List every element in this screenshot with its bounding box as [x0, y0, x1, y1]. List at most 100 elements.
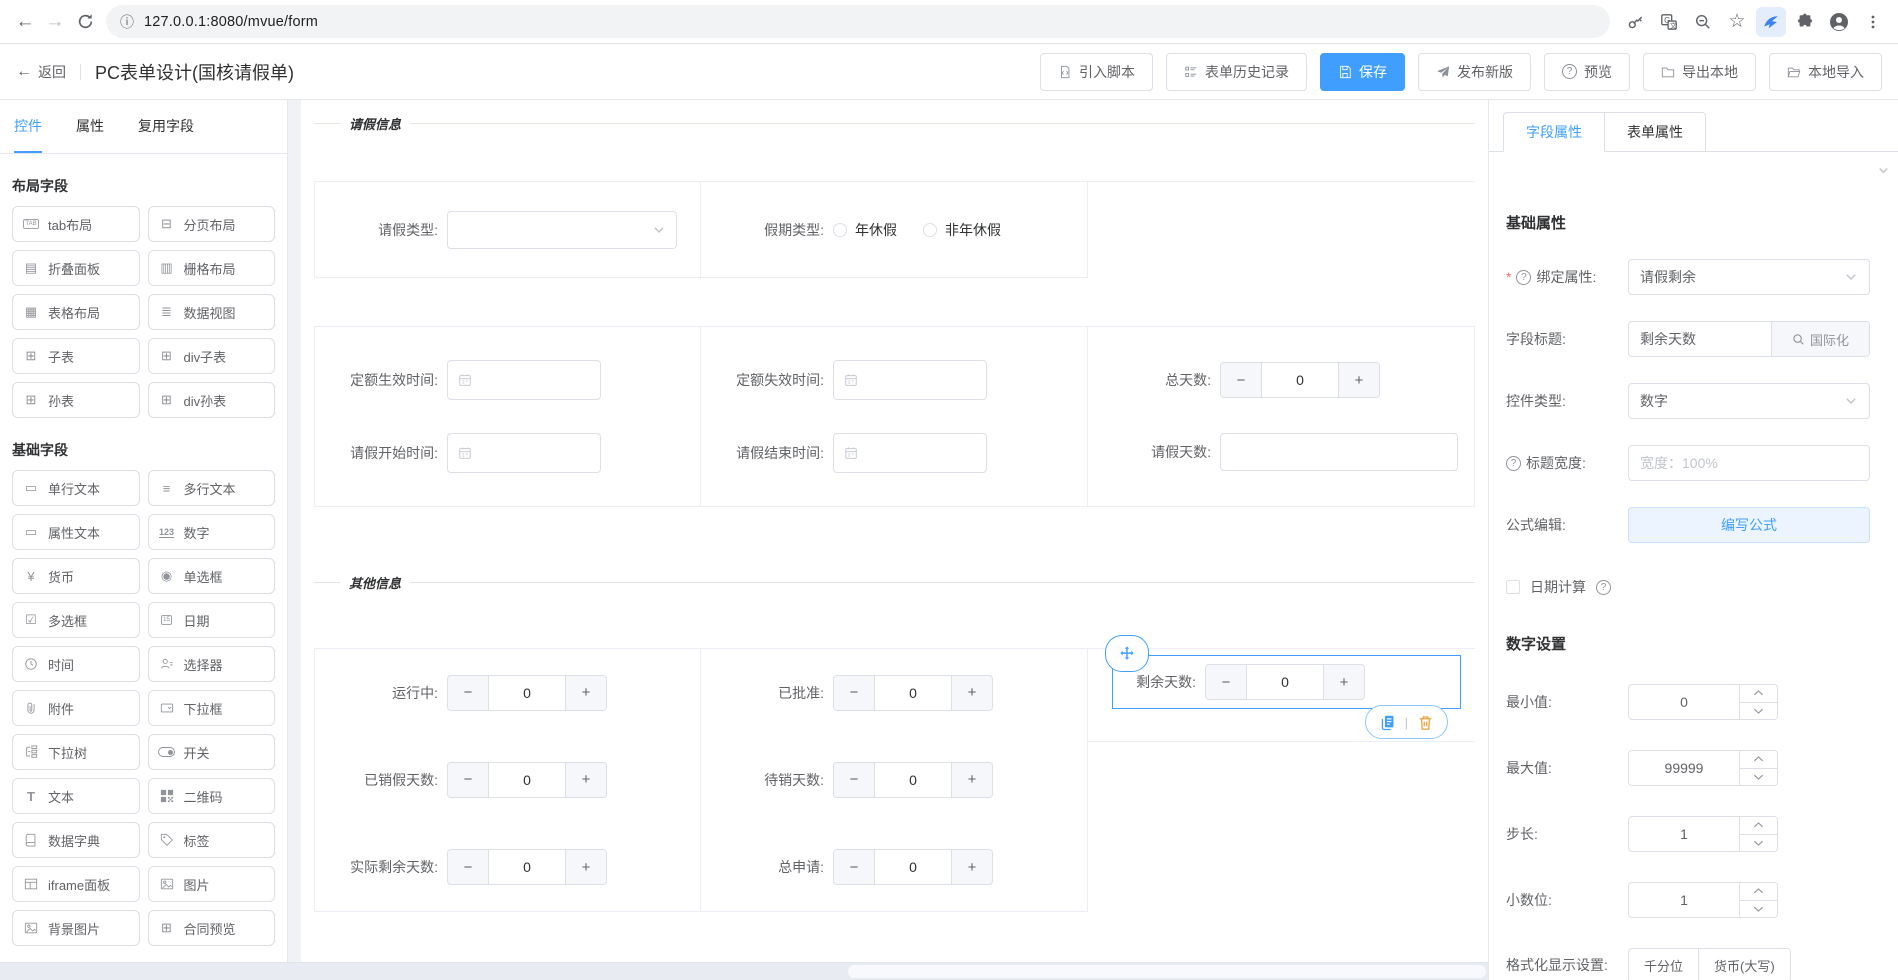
increase-button[interactable]: + — [952, 850, 992, 884]
stepper-value[interactable]: 0 — [488, 763, 566, 797]
stepper-value[interactable]: 0 — [874, 850, 952, 884]
sidebar-item-checkbox[interactable]: ☑多选框 — [12, 602, 140, 638]
sidebar-item-iframe-panel[interactable]: iframe面板 — [12, 866, 140, 902]
stepper-value[interactable]: 0 — [874, 676, 952, 710]
field-title-input[interactable]: 剩余天数 — [1629, 322, 1771, 356]
sidebar-item-data-view[interactable]: ≣数据视图 — [148, 294, 276, 330]
stepper-value[interactable]: 0 — [488, 850, 566, 884]
bookmark-star-icon[interactable]: ☆ — [1722, 7, 1752, 37]
extensions-puzzle-icon[interactable] — [1790, 7, 1820, 37]
decrease-button[interactable]: − — [834, 763, 874, 797]
number-stepper[interactable]: −0+ — [833, 849, 993, 885]
quota-start-date-input[interactable] — [447, 360, 601, 400]
import-local-button[interactable]: 本地导入 — [1769, 53, 1882, 91]
number-stepper[interactable]: −0+ — [833, 762, 993, 798]
decrease-button[interactable]: − — [834, 676, 874, 710]
publish-button[interactable]: 发布新版 — [1418, 53, 1531, 91]
stepper-value[interactable]: 0 — [1246, 665, 1324, 699]
tab-controls[interactable]: 控件 — [14, 100, 42, 153]
sidebar-item-table-layout[interactable]: ▦表格布局 — [12, 294, 140, 330]
increase-icon[interactable] — [1740, 817, 1777, 835]
tab-field-properties[interactable]: 字段属性 — [1503, 112, 1605, 152]
sidebar-item-multi-line-text[interactable]: ≡多行文本 — [148, 470, 276, 506]
leave-start-date-input[interactable] — [447, 433, 601, 473]
number-stepper[interactable]: −0+ — [447, 849, 607, 885]
max-value-input[interactable]: 99999 — [1628, 750, 1778, 786]
radio-option-非年休假[interactable]: 非年休假 — [923, 220, 1001, 240]
date-calc-checkbox[interactable] — [1506, 580, 1520, 594]
title-width-input[interactable]: 宽度：100% — [1628, 445, 1870, 481]
translate-icon[interactable]: G文 — [1654, 7, 1684, 37]
number-stepper[interactable]: −0+ — [833, 675, 993, 711]
decrease-icon[interactable] — [1740, 703, 1777, 720]
zoom-out-icon[interactable] — [1688, 7, 1718, 37]
sidebar-item-tag[interactable]: 标签 — [148, 822, 276, 858]
leave-type-select[interactable] — [447, 211, 677, 249]
sidebar-item-dropdown[interactable]: 下拉框 — [148, 690, 276, 726]
move-handle[interactable] — [1105, 635, 1149, 672]
sidebar-item-data-dictionary[interactable]: 数据字典 — [12, 822, 140, 858]
preview-button[interactable]: ?预览 — [1544, 53, 1630, 91]
form-history-button[interactable]: 表单历史记录 — [1166, 53, 1307, 91]
import-script-button[interactable]: 引入脚本 — [1040, 53, 1153, 91]
sidebar-item-sub-table[interactable]: ⊞子表 — [12, 338, 140, 374]
increase-icon[interactable] — [1740, 883, 1777, 901]
decrease-icon[interactable] — [1740, 835, 1777, 852]
sidebar-item-number[interactable]: 123数字 — [148, 514, 276, 550]
sidebar-item-grid-layout[interactable]: ▥栅格布局 — [148, 250, 276, 286]
sidebar-item-dropdown-tree[interactable]: 下拉树 — [12, 734, 140, 770]
sidebar-item-qrcode[interactable]: 二维码 — [148, 778, 276, 814]
stepper-value[interactable]: 0 — [1261, 363, 1339, 397]
browser-forward-icon[interactable]: → — [40, 7, 70, 37]
delete-icon[interactable] — [1417, 714, 1434, 731]
decrease-button[interactable]: − — [1206, 665, 1246, 699]
sidebar-item-time[interactable]: 时间 — [12, 646, 140, 682]
sidebar-item-currency[interactable]: ¥货币 — [12, 558, 140, 594]
sidebar-item-div-sub-table[interactable]: ⊞div子表 — [148, 338, 276, 374]
profile-avatar-icon[interactable] — [1824, 7, 1854, 37]
decrease-button[interactable]: − — [1221, 363, 1261, 397]
back-button[interactable]: ← 返回 — [16, 62, 66, 82]
collapse-panel-icon[interactable] — [1877, 164, 1890, 182]
address-bar[interactable]: ⓘ 127.0.0.1:8080/mvue/form — [106, 5, 1610, 38]
stepper-value[interactable]: 0 — [488, 676, 566, 710]
currency-uppercase-button[interactable]: 货币(大写) — [1698, 948, 1791, 980]
decrease-icon[interactable] — [1740, 769, 1777, 786]
increase-button[interactable]: + — [566, 850, 606, 884]
sidebar-item-image[interactable]: 图片 — [148, 866, 276, 902]
edit-formula-button[interactable]: 编写公式 — [1628, 507, 1870, 543]
decrease-button[interactable]: − — [448, 676, 488, 710]
stepper-value[interactable]: 0 — [874, 763, 952, 797]
sidebar-item-attachment[interactable]: 附件 — [12, 690, 140, 726]
copy-icon[interactable] — [1379, 714, 1396, 731]
sidebar-item-text[interactable]: T文本 — [12, 778, 140, 814]
increase-icon[interactable] — [1740, 751, 1777, 769]
sidebar-item-grandchild-table[interactable]: ⊞孙表 — [12, 382, 140, 418]
sidebar-item-attribute-text[interactable]: ▭属性文本 — [12, 514, 140, 550]
quota-end-date-input[interactable] — [833, 360, 987, 400]
decrease-button[interactable]: − — [448, 763, 488, 797]
control-type-select[interactable]: 数字 — [1628, 383, 1870, 419]
decimal-input[interactable]: 1 — [1628, 882, 1778, 918]
browser-menu-icon[interactable] — [1858, 7, 1888, 37]
password-key-icon[interactable] — [1620, 7, 1650, 37]
tab-reusable-fields[interactable]: 复用字段 — [138, 100, 194, 153]
sidebar-item-single-line-text[interactable]: ▭单行文本 — [12, 470, 140, 506]
leave-days-input[interactable] — [1220, 433, 1458, 471]
min-value-input[interactable]: 0 — [1628, 684, 1778, 720]
increase-button[interactable]: + — [952, 763, 992, 797]
sidebar-item-tab-layout[interactable]: TABtab布局 — [12, 206, 140, 242]
step-input[interactable]: 1 — [1628, 816, 1778, 852]
horizontal-scrollbar[interactable] — [0, 962, 1488, 980]
tab-properties[interactable]: 属性 — [76, 100, 104, 153]
sidebar-item-radio[interactable]: ◉单选框 — [148, 558, 276, 594]
tab-form-properties[interactable]: 表单属性 — [1604, 112, 1706, 152]
sidebar-item-collapse-panel[interactable]: ▤折叠面板 — [12, 250, 140, 286]
radio-option-年休假[interactable]: 年休假 — [833, 220, 897, 240]
decrease-button[interactable]: − — [448, 850, 488, 884]
sidebar-item-div-grandchild-table[interactable]: ⊞div孙表 — [148, 382, 276, 418]
leave-end-date-input[interactable] — [833, 433, 987, 473]
remaining-days-stepper[interactable]: −0+ — [1205, 664, 1365, 700]
sidebar-item-switch[interactable]: 开关 — [148, 734, 276, 770]
sidebar-item-page-layout[interactable]: ⊟分页布局 — [148, 206, 276, 242]
